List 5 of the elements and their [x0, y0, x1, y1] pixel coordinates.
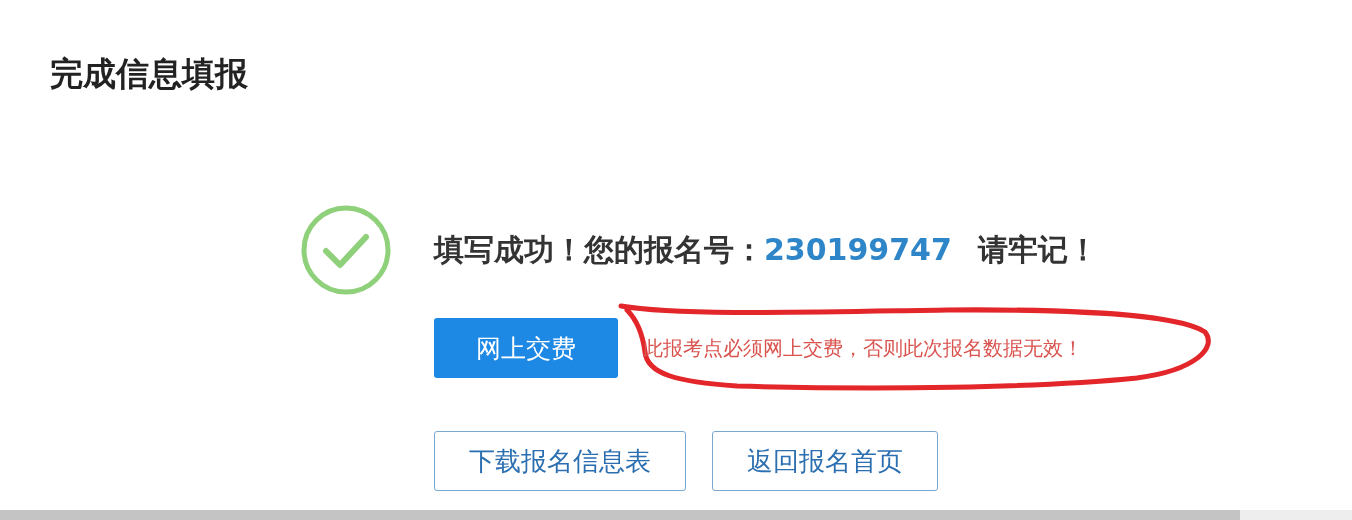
pay-online-button[interactable]: 网上交费 — [434, 318, 618, 378]
page-title: 完成信息填报 — [50, 53, 249, 95]
success-message: 填写成功！您的报名号：230199747 请牢记！ — [434, 230, 1098, 269]
outline-button[interactable]: 返回报名首页 — [712, 431, 938, 491]
outline-button[interactable]: 下载报名信息表 — [434, 431, 686, 491]
